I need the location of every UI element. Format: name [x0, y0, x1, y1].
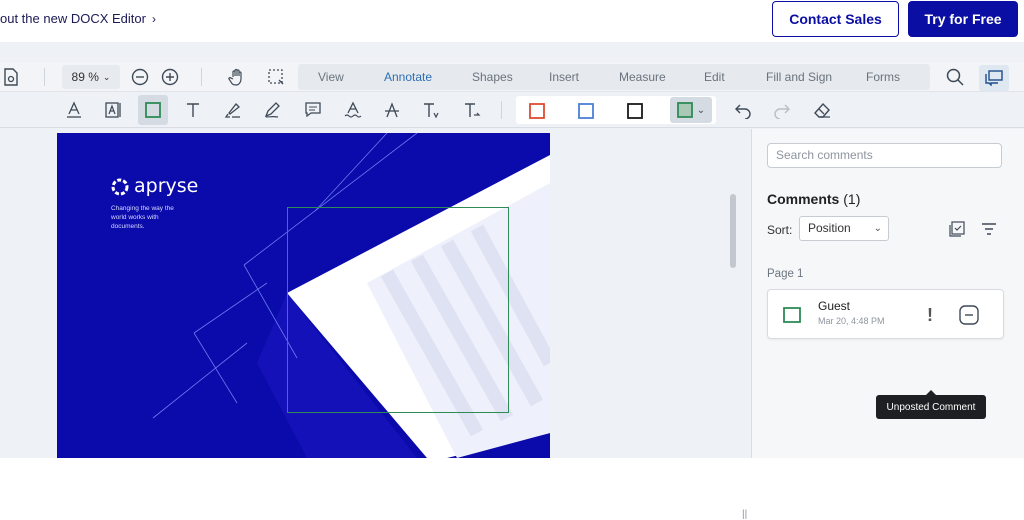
tab-insert[interactable]: Insert [549, 64, 579, 90]
squiggly-tool-icon[interactable] [341, 98, 365, 122]
tab-annotate[interactable]: Annotate [384, 64, 432, 90]
blue-rectangle-preset-icon[interactable] [576, 101, 596, 121]
logo-text: apryse [134, 175, 199, 197]
pdf-page[interactable]: apryse Changing the way the world works … [57, 133, 550, 458]
multi-select-icon[interactable] [947, 219, 967, 239]
chevron-down-icon: ⌄ [102, 71, 111, 82]
resize-grip-icon[interactable]: || [742, 509, 747, 520]
promo-text: out the new DOCX Editor [0, 11, 146, 26]
page-label: Page 1 [767, 268, 804, 280]
annotation-toolbar: ⌄ [0, 92, 1024, 128]
free-text-tool-icon[interactable] [181, 98, 205, 122]
comments-title-text: Comments [767, 191, 840, 207]
comments-title: Comments (1) [767, 191, 860, 207]
rectangle-annotation[interactable] [287, 207, 509, 413]
contact-sales-button[interactable]: Contact Sales [772, 1, 899, 37]
vertical-scrollbar[interactable] [730, 194, 736, 268]
comments-panel: Search comments Comments (1) Sort: Posit… [751, 129, 1024, 458]
tab-fill-and-sign[interactable]: Fill and Sign [766, 64, 832, 90]
chevron-down-icon: ⌄ [873, 223, 882, 234]
main-header: 89 % ⌄ View Annotate Shapes Insert Measu… [0, 62, 1024, 92]
black-rectangle-preset-icon[interactable] [625, 101, 645, 121]
ribbon-tabs: View Annotate Shapes Insert Measure Edit… [298, 64, 930, 90]
underline-tool-icon[interactable] [62, 98, 86, 122]
zoom-out-icon[interactable] [130, 67, 150, 87]
pan-hand-icon[interactable] [226, 66, 248, 88]
comments-count: (1) [843, 191, 861, 207]
search-comments-input[interactable]: Search comments [767, 143, 1002, 168]
redo-icon[interactable] [770, 98, 794, 122]
document-container[interactable]: apryse Changing the way the world works … [0, 129, 750, 520]
tab-shapes[interactable]: Shapes [472, 64, 513, 90]
tab-forms[interactable]: Forms [866, 64, 900, 90]
green-rectangle-preset-icon[interactable]: ⌄ [670, 97, 712, 123]
freehand-tool-icon[interactable] [260, 98, 284, 122]
zoom-in-icon[interactable] [160, 67, 180, 87]
sort-label: Sort: [767, 223, 793, 237]
pdf-viewer: 89 % ⌄ View Annotate Shapes Insert Measu… [0, 62, 1024, 520]
free-text-box-icon[interactable] [102, 98, 126, 122]
tagline-line-1: Changing the way the [111, 205, 174, 212]
strikeout-tool-icon[interactable] [380, 98, 404, 122]
banner-gap [0, 42, 1024, 62]
sort-value: Position [808, 221, 851, 235]
undo-icon[interactable] [731, 98, 755, 122]
tagline-line-2: world works with [111, 214, 159, 221]
comment-card[interactable]: Guest Mar 20, 4:48 PM ! [767, 289, 1004, 339]
top-banner: out the new DOCX Editor › Contact Sales T… [0, 0, 1024, 42]
comments-panel-toggle-icon[interactable] [979, 65, 1009, 91]
filter-icon[interactable] [979, 219, 999, 239]
apryse-logo-icon [110, 177, 130, 197]
divider [44, 68, 45, 86]
select-area-icon[interactable] [265, 66, 287, 88]
rectangle-annotation-icon [782, 305, 802, 325]
reply-comment-icon[interactable] [958, 304, 980, 326]
comment-author: Guest [818, 299, 851, 313]
text-insert-tool-icon[interactable] [419, 98, 443, 122]
unposted-tooltip: Unposted Comment [876, 390, 986, 419]
text-replace-tool-icon[interactable] [460, 98, 484, 122]
promo-link[interactable]: out the new DOCX Editor › [0, 11, 156, 26]
tab-measure[interactable]: Measure [619, 64, 666, 90]
comment-tool-icon[interactable] [301, 98, 325, 122]
rectangle-tool-icon[interactable] [138, 95, 168, 125]
comment-date: Mar 20, 4:48 PM [818, 316, 885, 326]
tagline-line-3: documents. [111, 223, 145, 230]
zoom-dropdown[interactable]: 89 % ⌄ [62, 65, 120, 89]
divider [501, 101, 502, 119]
chevron-right-icon: › [151, 12, 156, 26]
red-rectangle-preset-icon[interactable] [527, 101, 547, 121]
try-for-free-button[interactable]: Try for Free [908, 1, 1018, 37]
tab-view[interactable]: View [318, 64, 344, 90]
divider [201, 68, 202, 86]
sort-dropdown[interactable]: Position ⌄ [799, 216, 889, 241]
tab-edit[interactable]: Edit [704, 64, 725, 90]
exclamation-icon[interactable]: ! [920, 304, 940, 326]
file-settings-icon[interactable] [0, 66, 22, 88]
zoom-value: 89 % [71, 70, 99, 84]
eraser-icon[interactable] [810, 98, 834, 122]
highlight-tool-icon[interactable] [221, 98, 245, 122]
search-icon[interactable] [944, 66, 966, 88]
chevron-down-icon: ⌄ [696, 104, 706, 116]
